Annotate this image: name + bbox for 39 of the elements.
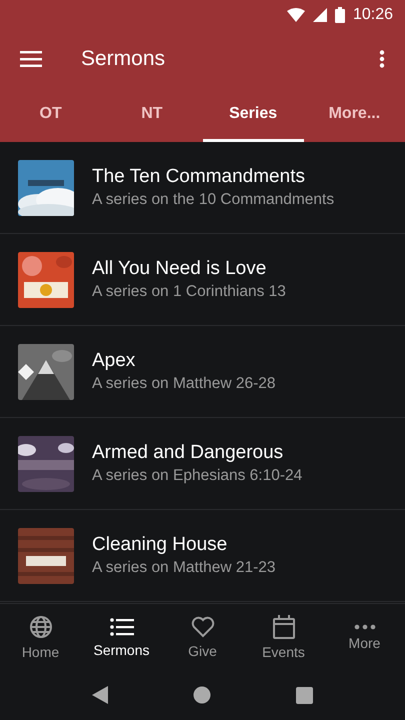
series-item[interactable]: Apex A series on Matthew 26-28 (0, 326, 405, 418)
tab[interactable]: Series (202, 88, 304, 142)
nav-item[interactable]: Events (243, 604, 324, 670)
recents-icon[interactable] (296, 686, 313, 704)
home-icon[interactable] (193, 686, 211, 704)
wifi-icon (286, 8, 305, 22)
series-title: Cleaning House (92, 534, 228, 556)
toolbar-title: Sermons (81, 47, 166, 71)
series-title: All You Need is Love (92, 258, 268, 280)
series-title: Apex (92, 350, 136, 372)
status-time: 10:26 (352, 6, 393, 24)
nav-item[interactable]: Home (0, 604, 81, 670)
tab[interactable]: More... (304, 88, 405, 142)
heart-icon (190, 616, 214, 638)
battery-icon (334, 7, 345, 23)
series-subtitle: A series on Ephesians 6:10-24 (92, 467, 302, 485)
signal-icon (312, 8, 327, 22)
globe-icon (28, 614, 52, 638)
series-subtitle: A series on 1 Corinthians 13 (92, 283, 286, 301)
series-subtitle: A series on Matthew 26-28 (92, 375, 276, 393)
more-icon (354, 624, 376, 630)
series-subtitle: A series on Matthew 21-23 (92, 559, 276, 577)
series-item[interactable]: The Ten Commandments A series on the 10 Commandments (0, 142, 405, 234)
calendar-icon (272, 614, 294, 638)
series-item[interactable]: Armed and Dangerous A series on Ephesians 6:10-24 (0, 418, 405, 510)
nav-item[interactable]: Sermons (81, 604, 162, 670)
back-icon[interactable] (92, 686, 108, 704)
tab[interactable]: OT (0, 88, 102, 142)
series-item[interactable]: All You Need is Love A series on 1 Corinthians 13 (0, 234, 405, 326)
nav-item[interactable]: Give (162, 604, 243, 670)
tab[interactable]: NT (101, 88, 202, 142)
nav-item[interactable]: More (324, 604, 405, 670)
series-subtitle: A series on the 10 Commandments (92, 191, 334, 209)
series-item[interactable]: Cleaning House A series on Matthew 21-23 (0, 510, 405, 602)
series-title: Armed and Dangerous (92, 442, 284, 464)
menu-icon[interactable] (20, 51, 42, 67)
overflow-menu-icon[interactable] (379, 50, 385, 68)
series-title: The Ten Commandments (92, 166, 306, 188)
list-icon (110, 616, 134, 636)
